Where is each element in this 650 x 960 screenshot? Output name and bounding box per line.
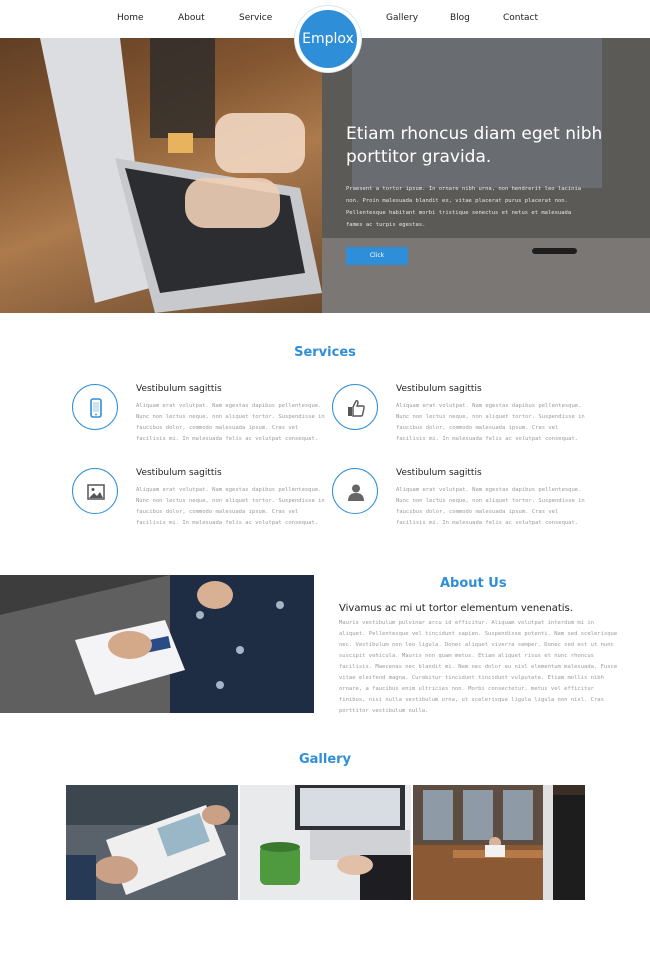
thumbs-up-icon (348, 400, 365, 417)
service-title-1: Vestibulum sagittis (136, 384, 222, 394)
nav-home[interactable]: Home (117, 13, 144, 23)
phone-icon (90, 398, 102, 418)
service-text-1: Aliquam erat volutpat. Nam egestas dapib… (136, 403, 325, 442)
image-icon (87, 484, 105, 500)
hero-body: Praesent a tortor ipsum. In ornare nibh … (346, 186, 582, 228)
gallery-image-desk-mug[interactable] (240, 785, 411, 900)
service-icon-circle-4 (332, 468, 378, 514)
gallery-image-office[interactable] (413, 785, 585, 900)
service-icon-circle-3 (72, 468, 118, 514)
about-photo (0, 575, 314, 713)
service-icon-circle-1 (72, 384, 118, 430)
hero-overlay (322, 38, 650, 313)
gallery-image-magazine[interactable] (66, 785, 238, 900)
service-text-4: Aliquam erat volutpat. Nam egestas dapib… (396, 487, 585, 526)
nav-blog[interactable]: Blog (450, 13, 470, 23)
nav-service[interactable]: Service (239, 13, 272, 23)
service-text-2: Aliquam erat volutpat. Nam egestas dapib… (396, 403, 585, 442)
service-icon-circle-2 (332, 384, 378, 430)
about-text: Mauris vestibulum pulvinar arcu id effic… (339, 620, 618, 714)
hero-title: Etiam rhoncus diam eget nibh porttitor g… (346, 124, 603, 167)
service-title-3: Vestibulum sagittis (136, 468, 222, 478)
services-title: Services (294, 345, 356, 360)
service-title-2: Vestibulum sagittis (396, 384, 482, 394)
nav-about[interactable]: About (178, 13, 205, 23)
service-text-3: Aliquam erat volutpat. Nam egestas dapib… (136, 487, 325, 526)
about-title: About Us (440, 576, 507, 591)
site-logo[interactable]: Emplox (295, 6, 361, 72)
hero-banner (0, 38, 650, 313)
service-title-4: Vestibulum sagittis (396, 468, 482, 478)
user-icon (348, 484, 364, 501)
gallery-title: Gallery (298, 752, 352, 767)
hero-click-button[interactable]: Click (346, 247, 408, 265)
hero-laptop-photo (0, 38, 322, 313)
about-subtitle: Vivamus ac mi ut tortor elementum venena… (339, 603, 573, 614)
nav-contact[interactable]: Contact (503, 13, 538, 23)
nav-gallery[interactable]: Gallery (386, 13, 418, 23)
